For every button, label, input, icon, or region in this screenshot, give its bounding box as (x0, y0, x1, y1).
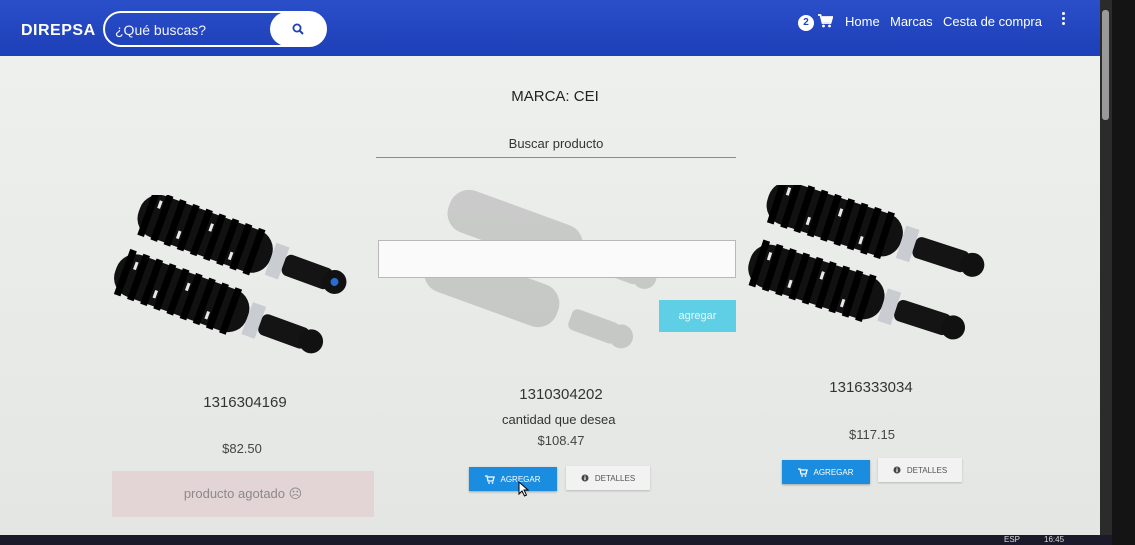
nav-cesta-de-compra[interactable]: Cesta de compra (943, 14, 1042, 29)
search-input[interactable] (113, 16, 277, 44)
add-to-cart-button-2[interactable]: AGREGAR (469, 467, 557, 491)
details-label: DETALLES (906, 465, 948, 475)
product-price-3: $117.15 (848, 427, 896, 442)
quantity-input[interactable] (378, 240, 736, 278)
add-to-cart-button-3[interactable]: AGREGAR (782, 460, 870, 484)
product-image-3[interactable] (740, 185, 1005, 345)
language-indicator[interactable]: ESP (1004, 535, 1020, 544)
add-to-cart-label: AGREGAR (813, 467, 854, 477)
top-navbar: DIREPSA 2 Home Marcas Cesta de compra (0, 0, 1100, 56)
search-bar (103, 11, 327, 47)
product-filter-input[interactable] (376, 130, 736, 158)
cart-count-badge: 2 (798, 15, 814, 31)
nav-home[interactable]: Home (845, 14, 880, 29)
product-price-1: $82.50 (222, 441, 262, 456)
page-title: MARCA: CEI (511, 88, 599, 105)
mouse-cursor-icon (518, 481, 530, 497)
product-sku-1[interactable]: 1316304169 (160, 394, 330, 411)
cart-icon (798, 467, 809, 477)
search-button[interactable] (270, 12, 326, 46)
quantity-label: cantidad que desea (502, 412, 616, 427)
details-button-3[interactable]: DETALLES (878, 458, 962, 482)
product-image-1[interactable] (110, 195, 370, 355)
taskbar-clock[interactable]: 16:45 (1044, 535, 1064, 544)
details-label: DETALLES (594, 473, 636, 483)
details-button-2[interactable]: DETALLES (566, 466, 650, 490)
cart-icon (485, 474, 496, 484)
kebab-menu-icon[interactable] (1059, 12, 1067, 28)
product-sku-2[interactable]: 1310304202 (476, 386, 646, 403)
product-price-2: $108.47 (537, 433, 585, 448)
out-of-stock-badge: producto agotado ☹ (112, 471, 374, 517)
search-icon (292, 23, 304, 35)
agregar-button[interactable]: agregar (659, 300, 736, 332)
info-icon (581, 474, 589, 482)
cart-icon[interactable] (817, 13, 833, 29)
nav-marcas[interactable]: Marcas (890, 14, 933, 29)
brand-logo[interactable]: DIREPSA (21, 22, 96, 40)
os-taskbar (0, 535, 1112, 545)
info-icon (893, 466, 901, 474)
product-sku-3[interactable]: 1316333034 (786, 379, 956, 396)
scrollbar-thumb[interactable] (1102, 10, 1109, 120)
screen-bezel (1112, 0, 1135, 545)
